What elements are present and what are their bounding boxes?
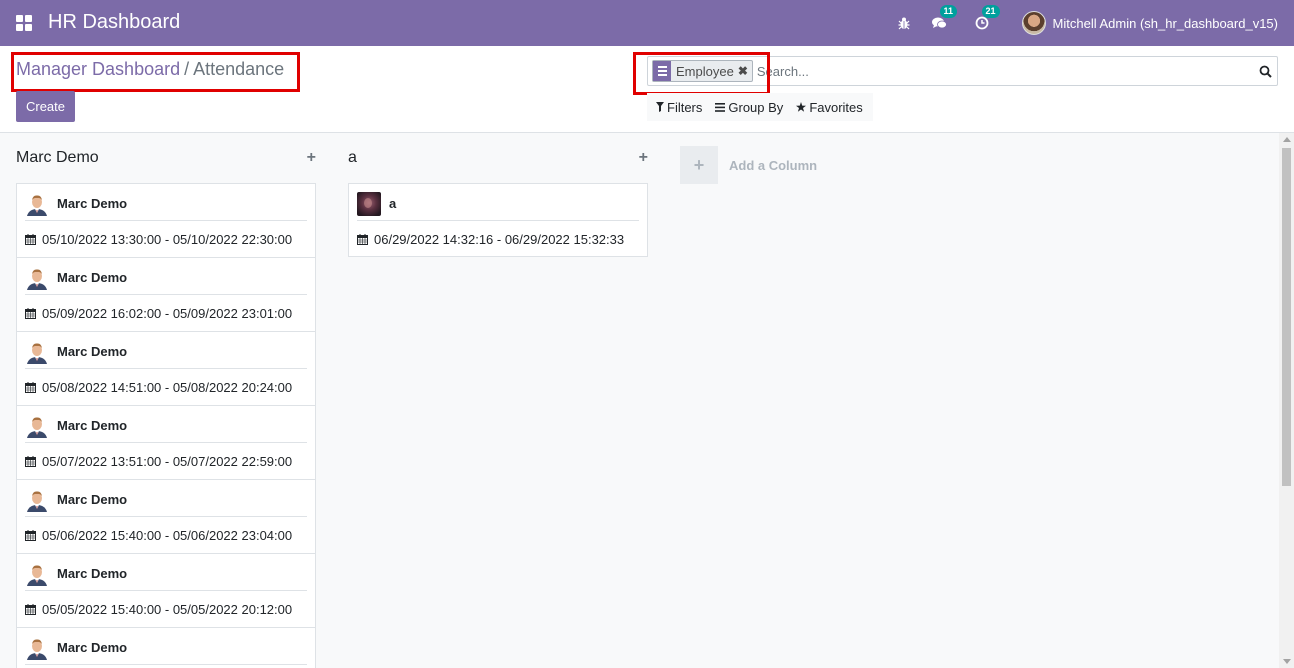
employee-name: Marc Demo: [57, 344, 128, 359]
favorites-button[interactable]: Favorites: [796, 99, 863, 115]
check-in-out-time: 05/06/2022 15:40:00 - 05/06/2022 23:04:0…: [25, 528, 292, 543]
column-records: Marc Demo 05/10/2022 13:30:00 - 05/10/202…: [16, 183, 316, 668]
card-divider: [25, 294, 307, 295]
column-header: a +: [348, 133, 648, 183]
check-in-out-time: 05/08/2022 14:51:00 - 05/08/2022 20:24:0…: [25, 380, 292, 395]
card-divider: [25, 442, 307, 443]
time-range-text: 05/06/2022 15:40:00 - 05/06/2022 23:04:0…: [42, 528, 293, 543]
attendance-card[interactable]: Marc Demo 05/10/2022 13:30:00 - 05/10/202…: [16, 183, 316, 257]
attendance-card[interactable]: a 06/29/2022 14:32:16 - 06/29/2022 15:32:…: [348, 183, 648, 257]
check-in-out-time: 05/05/2022 15:40:00 - 05/05/2022 20:12:0…: [25, 602, 292, 617]
employee-name: Marc Demo: [57, 566, 128, 581]
employee-avatar: [25, 192, 49, 216]
card-divider: [25, 516, 307, 517]
time-range-text: 05/07/2022 13:51:00 - 05/07/2022 22:59:0…: [42, 454, 293, 469]
card-divider: [25, 368, 307, 369]
check-in-out-time: 05/07/2022 13:51:00 - 05/07/2022 22:59:0…: [25, 454, 292, 469]
highlight-box-search-facet: [633, 52, 770, 95]
quick-create-plus-icon[interactable]: +: [639, 149, 648, 167]
star-icon: [796, 102, 807, 112]
time-range-text: 05/10/2022 13:30:00 - 05/10/2022 22:30:0…: [42, 232, 293, 247]
list-icon: [715, 102, 726, 112]
employee-name: Marc Demo: [57, 418, 128, 433]
search-options: Filters Group By Favorites: [647, 93, 873, 121]
time-range-text: 05/09/2022 16:02:00 - 05/09/2022 23:01:0…: [42, 306, 293, 321]
vertical-scrollbar[interactable]: [1279, 133, 1294, 668]
control-panel: Manager Dashboard / Attendance Create Em…: [0, 46, 1294, 133]
employee-name: a: [389, 196, 397, 211]
employee-avatar: [25, 266, 49, 290]
employee-name: Marc Demo: [57, 492, 128, 507]
navbar-systray: 11 21 Mitchell Admin (sh_hr_dashboard_v1…: [894, 0, 1294, 46]
card-divider: [25, 220, 307, 221]
column-title: a: [348, 149, 357, 166]
add-column-button[interactable]: + Add a Column: [680, 146, 817, 184]
attendance-card[interactable]: Marc Demo: [16, 627, 316, 668]
employee-name: Marc Demo: [57, 196, 128, 211]
time-range-text: 06/29/2022 14:32:16 - 06/29/2022 15:32:3…: [374, 232, 625, 247]
favorites-label: Favorites: [809, 99, 863, 115]
calendar-icon: [25, 308, 39, 319]
calendar-icon: [25, 382, 39, 393]
employee-name: Marc Demo: [57, 270, 128, 285]
check-in-out-time: 05/09/2022 16:02:00 - 05/09/2022 23:01:0…: [25, 306, 292, 321]
card-divider: [25, 590, 307, 591]
kanban-view: Marc Demo + Marc Demo 05/10/2022 13:30:00…: [0, 133, 1294, 668]
check-in-out-time: 05/10/2022 13:30:00 - 05/10/2022 22:30:0…: [25, 232, 292, 247]
create-button[interactable]: Create: [16, 91, 75, 122]
top-navbar: HR Dashboard 11 21 Mitchell Admin (sh_hr…: [0, 0, 1294, 46]
user-avatar: [1021, 11, 1046, 35]
column-records: a 06/29/2022 14:32:16 - 06/29/2022 15:32:…: [348, 183, 648, 257]
scrollbar-thumb[interactable]: [1282, 148, 1291, 486]
apps-menu-icon[interactable]: [16, 15, 32, 31]
filters-label: Filters: [667, 99, 703, 115]
attendance-card[interactable]: Marc Demo 05/07/2022 13:51:00 - 05/07/202…: [16, 405, 316, 479]
calendar-icon: [25, 456, 39, 467]
attendance-card[interactable]: Marc Demo 05/06/2022 15:40:00 - 05/06/202…: [16, 479, 316, 553]
group-by-button[interactable]: Group By: [715, 100, 783, 115]
employee-avatar: [25, 488, 49, 512]
search-icon[interactable]: [1253, 58, 1277, 84]
attendance-card[interactable]: Marc Demo 05/05/2022 15:40:00 - 05/05/202…: [16, 553, 316, 627]
filters-button[interactable]: Filters: [656, 100, 702, 115]
column-title: Marc Demo: [16, 149, 99, 166]
scroll-up-arrow-icon[interactable]: [1283, 137, 1291, 142]
employee-avatar: [25, 340, 49, 364]
user-menu[interactable]: Mitchell Admin (sh_hr_dashboard_v15): [1021, 11, 1278, 35]
quick-create-plus-icon[interactable]: +: [307, 149, 316, 167]
add-column-label: Add a Column: [729, 157, 818, 173]
check-in-out-time: 06/29/2022 14:32:16 - 06/29/2022 15:32:3…: [357, 232, 624, 247]
search-input[interactable]: [756, 58, 1253, 84]
kanban-column-a: a + a 06/29/2022 14:32:16 - 06/29/2022 15…: [348, 133, 648, 257]
group-by-label: Group By: [728, 99, 784, 115]
messages-icon[interactable]: 11: [930, 5, 958, 33]
employee-avatar: [25, 414, 49, 438]
activities-clock-icon[interactable]: 21: [972, 5, 1000, 33]
calendar-icon: [25, 234, 39, 245]
employee-avatar: [25, 636, 49, 660]
employee-avatar: [25, 562, 49, 586]
calendar-icon: [25, 604, 39, 615]
messages-badge: 11: [939, 5, 958, 18]
column-header: Marc Demo +: [16, 133, 316, 183]
activities-badge: 21: [981, 5, 1000, 18]
employee-name: Marc Demo: [57, 640, 128, 655]
attendance-card[interactable]: Marc Demo 05/08/2022 14:51:00 - 05/08/202…: [16, 331, 316, 405]
bug-icon[interactable]: [894, 13, 914, 33]
card-divider: [357, 220, 639, 221]
filter-icon: [656, 102, 664, 112]
app-title[interactable]: HR Dashboard: [48, 11, 180, 34]
time-range-text: 05/08/2022 14:51:00 - 05/08/2022 20:24:0…: [42, 380, 293, 395]
user-name: Mitchell Admin (sh_hr_dashboard_v15): [1052, 15, 1278, 31]
attendance-card[interactable]: Marc Demo 05/09/2022 16:02:00 - 05/09/202…: [16, 257, 316, 331]
calendar-icon: [25, 530, 39, 541]
card-divider: [25, 664, 307, 665]
add-column-plus-icon: +: [680, 146, 718, 184]
scroll-down-arrow-icon[interactable]: [1283, 659, 1291, 664]
time-range-text: 05/05/2022 15:40:00 - 05/05/2022 20:12:0…: [42, 602, 293, 617]
kanban-column-marc-demo: Marc Demo + Marc Demo 05/10/2022 13:30:00…: [16, 133, 316, 668]
highlight-box-breadcrumb: [11, 52, 300, 92]
calendar-icon: [357, 234, 371, 245]
employee-avatar: [357, 192, 381, 216]
